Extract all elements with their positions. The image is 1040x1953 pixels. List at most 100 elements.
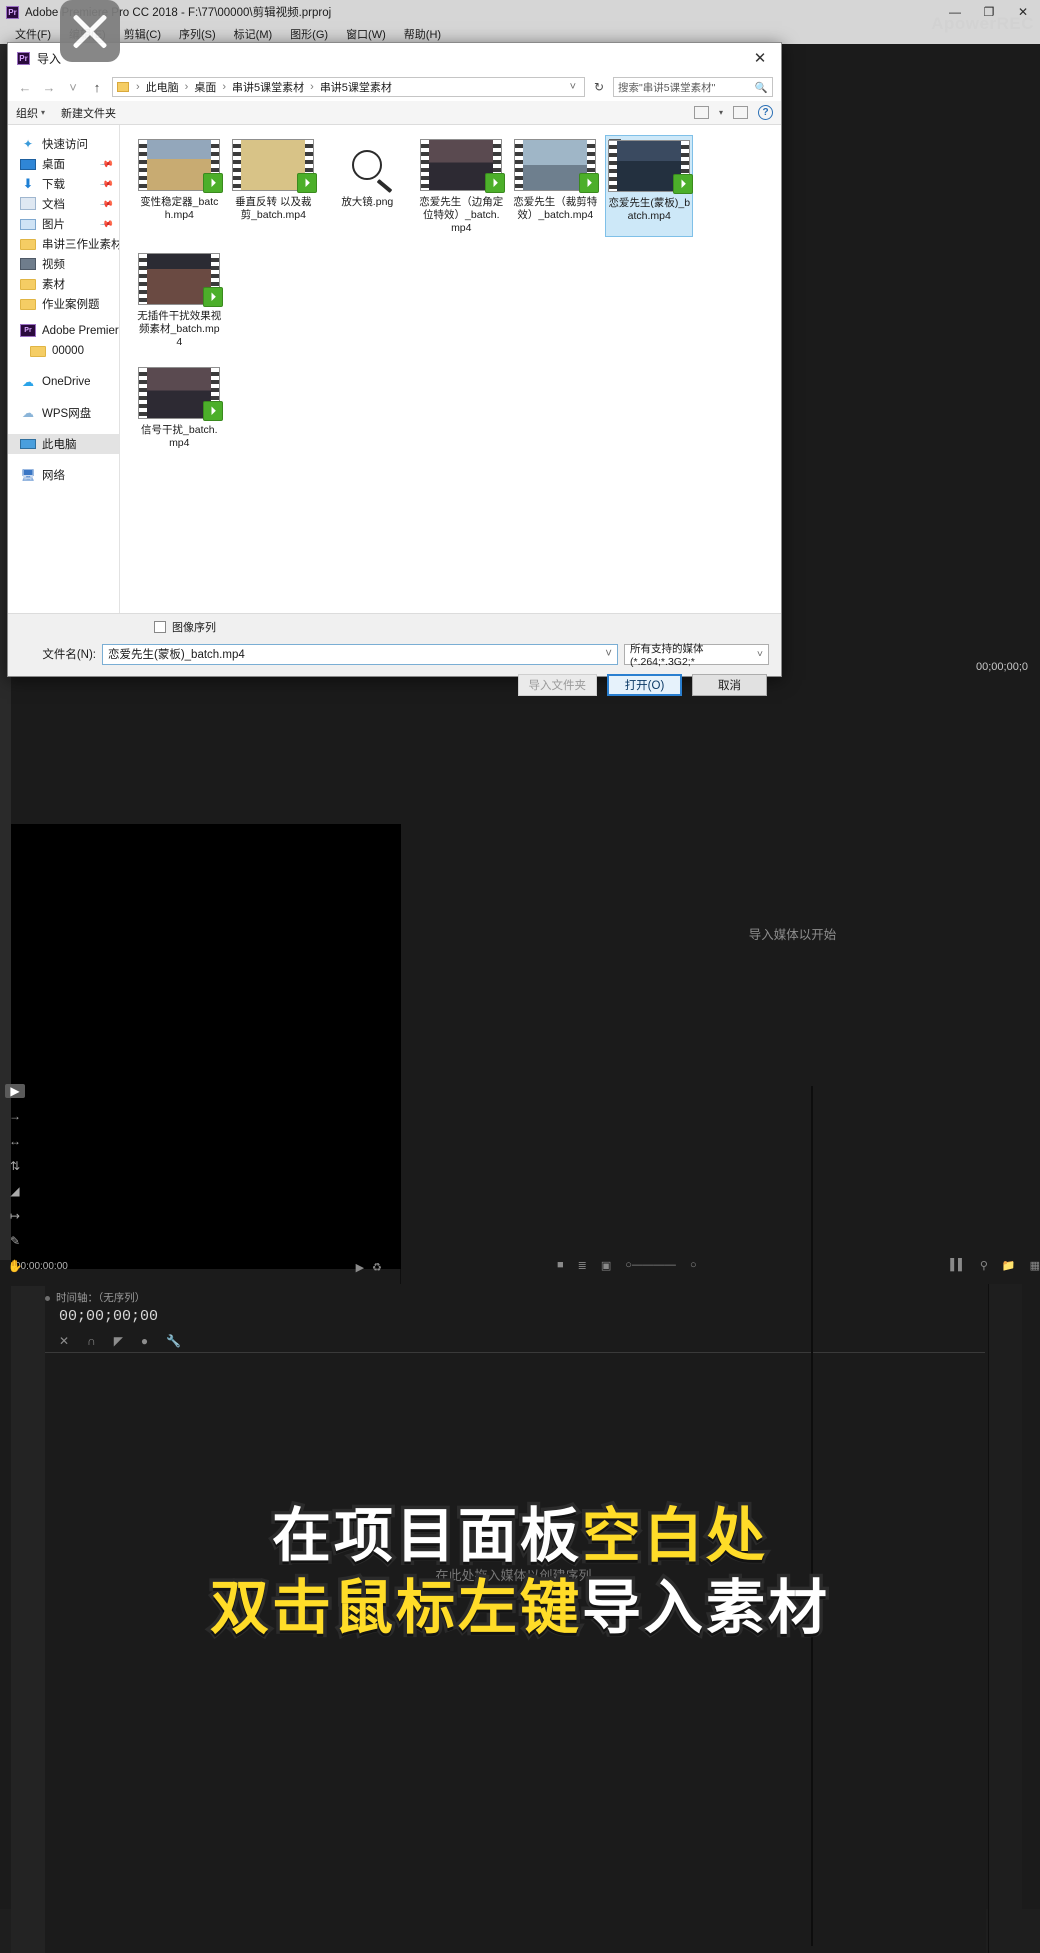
timeline-panel[interactable]: 时间轴：（无序列） 00;00;00;00 ✕ ∩ ◤ ● 🔧 — [11, 1086, 986, 1953]
delete-icon[interactable]: ▦ — [1030, 1259, 1040, 1272]
menu-graphics[interactable]: 图形(G) — [281, 26, 337, 42]
up-button[interactable]: ↑ — [88, 80, 106, 95]
file-item-selected[interactable]: ✓ ⏵ 恋爱先生(蒙板)_batch.mp4 — [605, 135, 694, 237]
chevron-down-icon[interactable]: ˅ — [566, 81, 580, 93]
address-bar[interactable]: › 此电脑 › 桌面 › 串讲5课堂素材 › 串讲5课堂素材 ˅ — [112, 77, 585, 97]
program-monitor-panel[interactable]: 00;00;00;0 导入媒体以开始 ■ ≣ ▣ ○———— ○ ▌▌ ⚲ 📁 … — [545, 604, 1040, 1284]
rate-stretch-tool-icon[interactable]: ⇅ — [5, 1159, 25, 1173]
breadcrumb-item-3[interactable]: 串讲5课堂素材 — [317, 79, 395, 95]
dialog-button-row: 导入文件夹 打开(O) 取消 — [8, 669, 781, 701]
list-icon[interactable]: ≣ — [578, 1259, 587, 1272]
pin-icon[interactable]: 📌 — [99, 176, 114, 191]
sidebar-item-pictures[interactable]: 图片 📌 — [8, 214, 119, 234]
razor-tool-icon[interactable]: ◢ — [5, 1184, 25, 1198]
ripple-edit-tool-icon[interactable]: ↔ — [5, 1134, 25, 1148]
file-item[interactable]: ⏵ 恋爱先生（裁剪特效）_batch.mp4 — [511, 135, 600, 237]
filetype-select[interactable]: 所有支持的媒体 (*.264;*.3G2;* ˅ — [624, 643, 769, 668]
pin-icon[interactable]: 📌 — [99, 156, 114, 171]
breadcrumb-item-0[interactable]: 此电脑 — [143, 79, 182, 95]
track-select-tool-icon[interactable]: → — [5, 1109, 25, 1123]
settings-icon[interactable]: ○ — [690, 1259, 697, 1271]
export-frame-icon[interactable]: ▣ — [601, 1259, 611, 1272]
program-monitor-toolbar[interactable]: ■ ≣ ▣ ○———— ○ ▌▌ ⚲ 📁 ▦ — [545, 1254, 1040, 1276]
pen-tool-icon[interactable]: ✎ — [5, 1234, 25, 1248]
recent-locations-button[interactable]: ˅ — [64, 80, 82, 95]
marker-icon[interactable]: ■ — [557, 1259, 564, 1271]
sidebar-item-network[interactable]: 🖥 网络 — [8, 465, 119, 485]
search-input[interactable]: 搜索"串讲5课堂素材" 🔍 — [613, 77, 773, 97]
file-name: 恋爱先生（边角定位特效）_batch.mp4 — [419, 196, 504, 234]
sidebar-item-onedrive[interactable]: ☁ OneDrive — [8, 372, 119, 392]
view-mode-icon[interactable] — [693, 106, 709, 119]
sidebar-item-downloads[interactable]: ⬇ 下载 📌 — [8, 174, 119, 194]
file-item[interactable]: ⏵ 恋爱先生（边角定位特效）_batch.mp4 — [417, 135, 506, 237]
linked-selection-icon[interactable]: ∩ — [87, 1334, 96, 1348]
image-sequence-row[interactable]: 图像序列 — [8, 613, 781, 639]
source-monitor-panel[interactable]: 00:00:00:00 ▶♻ — [11, 824, 401, 1284]
preview-pane-icon[interactable] — [733, 106, 748, 119]
refresh-icon[interactable]: ↻ — [591, 80, 607, 94]
sidebar-item-folder-1[interactable]: 串讲三作业素材 — [8, 234, 119, 254]
new-folder-button[interactable]: 新建文件夹 — [61, 105, 116, 121]
sidebar-item-documents[interactable]: 文档 📌 — [8, 194, 119, 214]
menu-clip[interactable]: 剪辑(C) — [115, 26, 170, 42]
dialog-sidebar[interactable]: ✦ 快速访问 桌面 📌 ⬇ 下载 📌 文档 📌 图片 📌 串讲三作业素材 视频 … — [8, 125, 121, 613]
menu-marker[interactable]: 标记(M) — [225, 26, 282, 42]
hand-tool-icon[interactable]: ✋ — [5, 1259, 25, 1273]
audio-meter-icon[interactable]: ▌▌ — [950, 1259, 966, 1271]
chevron-down-icon[interactable]: ˅ — [605, 648, 612, 660]
forward-button[interactable]: → — [40, 80, 58, 95]
filename-input[interactable]: 恋爱先生(蒙板)_batch.mp4 ˅ — [102, 643, 618, 665]
file-item[interactable]: ⏵ 无插件干扰效果视频素材_batch.mp4 — [135, 249, 224, 351]
file-item[interactable]: ⏵ 变性稳定器_batch.mp4 — [135, 135, 224, 237]
file-item[interactable]: ⏵ 信号干扰_batch.mp4 — [135, 363, 224, 452]
menu-sequence[interactable]: 序列(S) — [170, 26, 225, 42]
import-file-dialog[interactable]: Pr 导入 ✕ ← → ˅ ↑ › 此电脑 › 桌面 › 串讲5课堂素材 › 串… — [7, 42, 782, 696]
timeline-tool-row[interactable]: ✕ ∩ ◤ ● 🔧 — [59, 1334, 181, 1348]
pin-icon[interactable]: 📌 — [99, 196, 114, 211]
file-item[interactable]: 放大镜.png — [323, 135, 411, 237]
chevron-down-icon[interactable]: ▾ — [719, 108, 723, 117]
help-icon[interactable]: ? — [758, 105, 773, 120]
sidebar-item-quick-access[interactable]: ✦ 快速访问 — [8, 134, 119, 154]
menu-window[interactable]: 窗口(W) — [337, 26, 395, 42]
breadcrumb-item-1[interactable]: 桌面 — [191, 79, 219, 95]
search-icon[interactable]: ⚲ — [980, 1259, 988, 1272]
timeline-timecode[interactable]: 00;00;00;00 — [59, 1308, 158, 1325]
organize-button[interactable]: 组织 ▾ — [16, 105, 45, 121]
zoom-slider[interactable]: ○———— — [625, 1259, 676, 1271]
timeline-marker-icon[interactable]: ● — [141, 1334, 148, 1348]
sidebar-item-videos[interactable]: 视频 — [8, 254, 119, 274]
back-button[interactable]: ← — [16, 80, 34, 95]
wrench-icon[interactable]: 🔧 — [166, 1334, 181, 1348]
dialog-close-button[interactable]: ✕ — [739, 43, 781, 73]
sidebar-item-folder-3[interactable]: 作业案例题 — [8, 294, 119, 314]
file-item[interactable]: ⏵ 垂直反转 以及裁剪_batch.mp4 — [229, 135, 318, 237]
sidebar-item-adobe-premiere[interactable]: Pr Adobe Premiere Pr — [8, 321, 119, 341]
import-folder-button[interactable]: 导入文件夹 — [517, 674, 597, 696]
source-monitor-controls[interactable]: ▶♻ — [356, 1261, 390, 1274]
slip-tool-icon[interactable]: ↦ — [5, 1209, 25, 1223]
timeline-toolbox[interactable]: ▶ → ↔ ⇅ ◢ ↦ ✎ ✋ T — [0, 1084, 30, 1298]
timeline-tab[interactable]: 时间轴：（无序列） — [45, 1290, 145, 1305]
image-sequence-checkbox[interactable] — [154, 620, 166, 633]
sidebar-item-folder-2[interactable]: 素材 — [8, 274, 119, 294]
sidebar-item-this-pc[interactable]: 此电脑 — [8, 434, 120, 454]
menu-file[interactable]: 文件(F) — [6, 26, 60, 42]
sidebar-item-00000[interactable]: 00000 — [8, 341, 119, 361]
breadcrumb-item-2[interactable]: 串讲5课堂素材 — [229, 79, 307, 95]
dialog-toolbar: 组织 ▾ 新建文件夹 ▾ ? — [8, 101, 781, 125]
folder-icon[interactable]: 📁 — [1002, 1259, 1016, 1272]
timeline-ruler[interactable] — [45, 1352, 985, 1353]
snap-icon[interactable]: ✕ — [59, 1334, 69, 1348]
chevron-down-icon[interactable]: ˅ — [757, 648, 763, 660]
sidebar-item-wps-cloud[interactable]: ☁ WPS网盘 — [8, 403, 119, 423]
open-button[interactable]: 打开(O) — [607, 674, 682, 696]
sidebar-item-desktop[interactable]: 桌面 📌 — [8, 154, 119, 174]
cancel-button[interactable]: 取消 — [692, 674, 767, 696]
file-list[interactable]: ⏵ 变性稳定器_batch.mp4 ⏵ 垂直反转 以及裁剪_batch.mp4 … — [120, 125, 781, 613]
selection-tool-icon[interactable]: ▶ — [5, 1084, 25, 1098]
menu-help[interactable]: 帮助(H) — [395, 26, 450, 42]
pin-icon[interactable]: 📌 — [99, 216, 114, 231]
marker-add-icon[interactable]: ◤ — [114, 1334, 123, 1348]
